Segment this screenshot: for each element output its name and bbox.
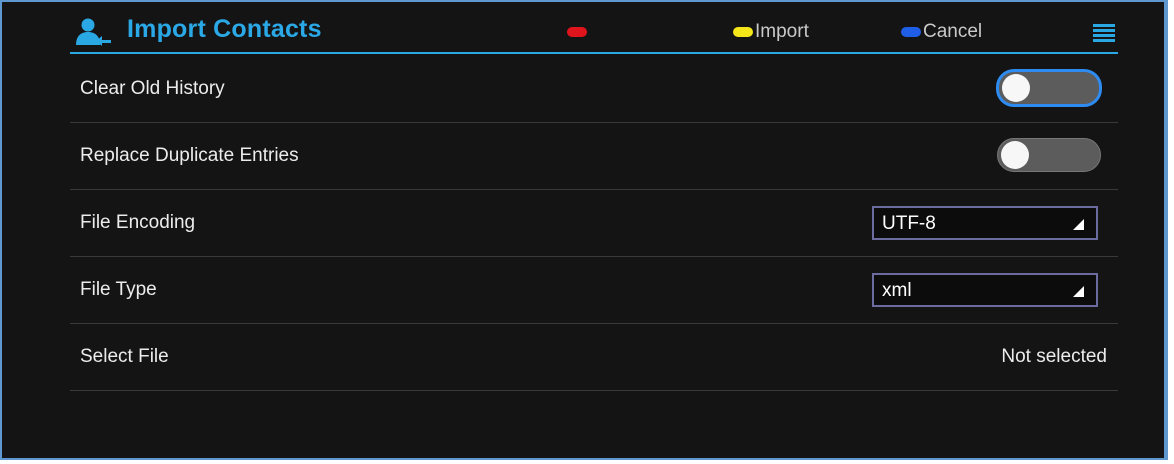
menu-icon[interactable] [1093,24,1115,44]
select-file-value: Not selected [1001,346,1107,367]
red-key-icon [567,27,587,37]
replace-duplicates-label: Replace Duplicate Entries [80,145,299,166]
file-encoding-select[interactable]: UTF-8 [872,206,1098,240]
page-title: Import Contacts [127,15,322,43]
softkey-red[interactable] [567,20,589,44]
file-encoding-label: File Encoding [80,212,196,233]
setting-row-select-file[interactable]: Select File Not selected [70,324,1118,391]
setting-row-file-encoding: File Encoding UTF-8 [70,190,1118,257]
clear-old-history-label: Clear Old History [80,78,225,99]
yellow-key-icon [733,27,753,37]
toggle-knob [1001,141,1029,169]
softkey-cancel[interactable]: Cancel [901,20,982,44]
setting-row-clear-old-history: Clear Old History [70,56,1118,123]
file-encoding-value: UTF-8 [882,213,936,234]
softkey-import[interactable]: Import [733,20,809,44]
contacts-import-icon [76,18,111,46]
replace-duplicates-toggle[interactable] [997,138,1101,172]
clear-old-history-toggle[interactable] [996,69,1102,107]
dropdown-arrow-icon [1073,286,1084,297]
header-bar: Import Contacts Import Cancel [70,10,1118,54]
select-file-label: Select File [80,346,169,367]
file-type-select[interactable]: xml [872,273,1098,307]
setting-row-replace-duplicates: Replace Duplicate Entries [70,123,1118,190]
dropdown-arrow-icon [1073,219,1084,230]
import-contacts-screen: Import Contacts Import Cancel Clear Old … [0,0,1168,460]
setting-row-file-type: File Type xml [70,257,1118,324]
toggle-knob [1002,74,1030,102]
softkey-import-label: Import [755,21,809,42]
file-type-label: File Type [80,279,157,300]
file-type-value: xml [882,280,912,301]
blue-key-icon [901,27,921,37]
softkey-cancel-label: Cancel [923,21,983,42]
